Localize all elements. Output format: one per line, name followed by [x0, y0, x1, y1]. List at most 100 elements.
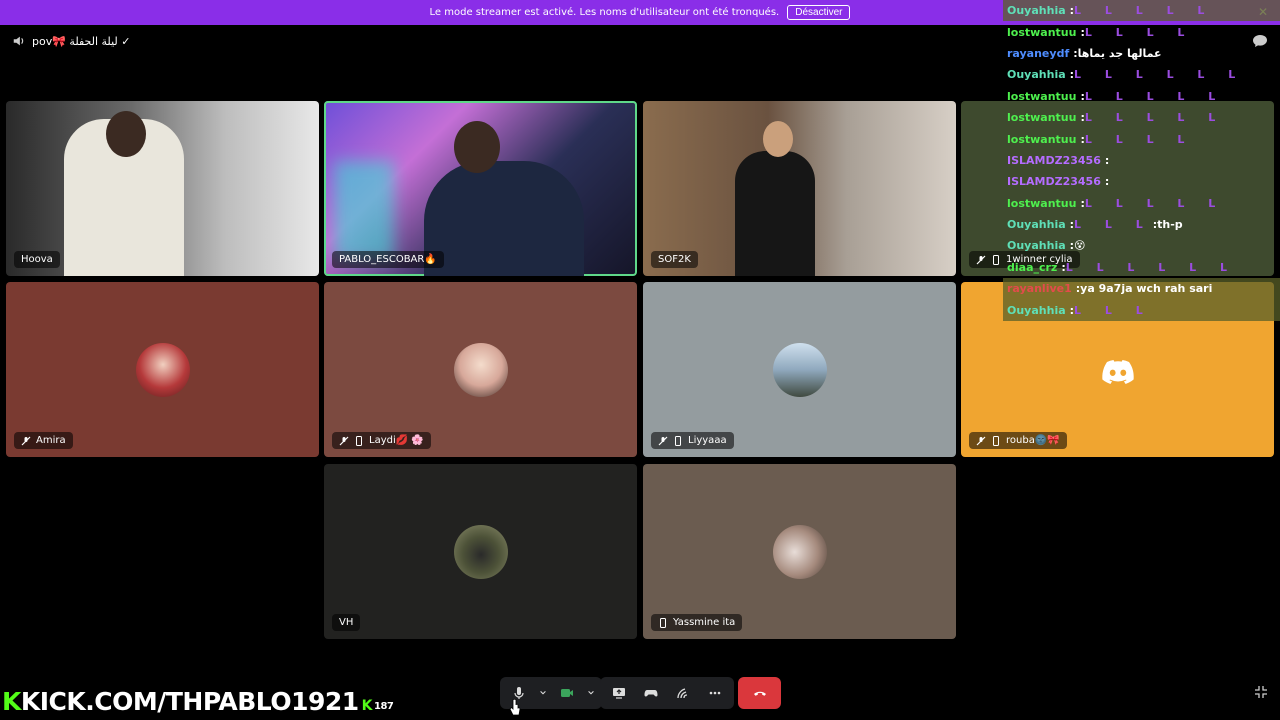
- avatar-tile[interactable]: VH: [324, 464, 637, 639]
- neon-light: [334, 161, 394, 261]
- chat-line: Ouyahhia: L L L L L: [1003, 0, 1280, 22]
- chat-username[interactable]: lostwantuu: [1007, 26, 1076, 39]
- participant-name: Laydi💋 🌸: [369, 435, 424, 446]
- avatar-tile[interactable]: Laydi💋 🌸: [324, 282, 637, 457]
- camera-options-button[interactable]: [584, 679, 598, 707]
- chat-line: ISLAMDZ23456:: [1003, 171, 1280, 192]
- video-tile-speaking[interactable]: PABLO_ESCOBAR🔥: [324, 101, 637, 276]
- chat-emotes: L L L L L L: [1065, 260, 1237, 274]
- participant-label: VH: [332, 614, 361, 631]
- participant-label: SOF2K: [651, 251, 698, 268]
- chat-separator: :: [1104, 175, 1110, 189]
- mic-options-button[interactable]: [536, 679, 550, 707]
- banner-text: Le mode streamer est activé. Les noms d'…: [429, 7, 780, 18]
- person-figure: [735, 151, 815, 276]
- speaker-icon: [13, 36, 24, 46]
- chat-line: lostwantuu: L L L L L: [1003, 107, 1280, 128]
- video-tile[interactable]: SOF2K: [643, 101, 956, 276]
- participant-name: PABLO_ESCOBAR🔥: [339, 254, 437, 265]
- participant-name: rouba🌚🎀: [1006, 435, 1060, 446]
- person-head: [106, 111, 146, 157]
- avatar-tile[interactable]: Liyyaaa: [643, 282, 956, 457]
- disable-streamer-mode-button[interactable]: Désactiver: [787, 5, 851, 20]
- camera-button[interactable]: [552, 679, 582, 707]
- chat-line: lostwantuu: L L L L: [1003, 21, 1280, 42]
- chat-emotes: L L L L L: [1084, 89, 1226, 103]
- chat-separator: :: [1104, 153, 1110, 167]
- chat-line: rayanlive1: ya 9a7ja wch rah sari: [1003, 278, 1280, 300]
- participant-name: Hoova: [21, 254, 53, 265]
- chat-emotes: L L L L: [1084, 25, 1195, 39]
- chat-line: ISLAMDZ23456:: [1003, 150, 1280, 171]
- chat-emotes: L L L L L: [1084, 196, 1226, 210]
- muted-mic-icon: [21, 436, 31, 445]
- chat-username[interactable]: rayaneydf: [1007, 47, 1069, 60]
- person-figure: [424, 161, 584, 276]
- chat-username[interactable]: lostwantuu: [1007, 197, 1076, 210]
- chat-line: lostwantuu: L L L L L: [1003, 193, 1280, 214]
- muted-mic-icon: [976, 436, 986, 445]
- microphone-icon: [514, 687, 524, 699]
- more-options-button[interactable]: [700, 679, 730, 707]
- chat-emotes: L L L L L L: [1074, 68, 1246, 82]
- avatar: [135, 342, 190, 397]
- participant-name: SOF2K: [658, 254, 691, 265]
- hang-up-icon: [753, 691, 766, 696]
- participant-name: Yassmine ita: [673, 617, 736, 628]
- mobile-icon: [356, 435, 362, 446]
- participant-label: rouba🌚🎀: [969, 432, 1067, 449]
- muted-mic-icon: [339, 436, 349, 445]
- chat-username[interactable]: Ouyahhia: [1007, 68, 1066, 81]
- soundboard-button[interactable]: [668, 679, 698, 707]
- avatar-tile[interactable]: Amira: [6, 282, 319, 457]
- kick-stream-url: K KICK.COM/THPABLO1921 K 187: [2, 687, 394, 716]
- activities-button[interactable]: [636, 679, 666, 707]
- chat-username[interactable]: Ouyahhia: [1007, 218, 1066, 231]
- avatar-tile[interactable]: Yassmine ita: [643, 464, 956, 639]
- stream-chat-overlay: Ouyahhia: L L L L Llostwantuu: L L L Lra…: [1003, 0, 1280, 326]
- participant-label: Liyyaaa: [651, 432, 734, 449]
- person-head: [763, 121, 793, 157]
- screen-share-button[interactable]: [604, 679, 634, 707]
- chat-username[interactable]: Ouyahhia: [1007, 239, 1066, 252]
- chat-username[interactable]: ISLAMDZ23456: [1007, 154, 1101, 167]
- exit-fullscreen-icon[interactable]: [1254, 685, 1268, 699]
- channel-name: pov🎀 ليلة الحفلة ✓: [32, 34, 131, 48]
- participant-label: Hoova: [14, 251, 60, 268]
- person-head: [454, 121, 500, 173]
- soundboard-icon: [677, 688, 688, 699]
- chat-username[interactable]: rayanlive1: [1007, 282, 1072, 295]
- kick-logo-icon: K: [2, 687, 21, 716]
- activity-control-group: [600, 677, 734, 709]
- stream-url: KICK.COM/THPABLO1921: [20, 687, 359, 716]
- voice-channel-header: pov🎀 ليلة الحفلة ✓: [12, 34, 130, 48]
- video-tile[interactable]: Hoova: [6, 101, 319, 276]
- chat-username[interactable]: lostwantuu: [1007, 90, 1076, 103]
- chat-username[interactable]: Ouyahhia: [1007, 304, 1066, 317]
- chat-username[interactable]: lostwantuu: [1007, 133, 1076, 146]
- chevron-down-icon: [588, 691, 594, 695]
- participant-name: Amira: [36, 435, 66, 446]
- participant-label: PABLO_ESCOBAR🔥: [332, 251, 444, 268]
- disconnect-button[interactable]: [738, 677, 781, 709]
- mobile-icon: [993, 435, 999, 446]
- avatar: [453, 342, 508, 397]
- participant-label: Yassmine ita: [651, 614, 743, 631]
- chat-line: Ouyahhia: L L L: [1003, 299, 1280, 321]
- chat-line: Ouyahhia: L L L:th-p: [1003, 214, 1280, 235]
- participant-label: Amira: [14, 432, 73, 449]
- chat-username[interactable]: Ouyahhia: [1007, 4, 1066, 17]
- chat-username[interactable]: lostwantuu: [1007, 111, 1076, 124]
- muted-mic-icon: [658, 436, 668, 445]
- chat-emotes: L L L L: [1084, 132, 1195, 146]
- chat-line: lostwantuu: L L L L L: [1003, 86, 1280, 107]
- viewer-count-value: 187: [374, 700, 394, 712]
- chat-message: عمالها جد يماها: [1077, 46, 1162, 60]
- chat-username[interactable]: diaa_crz: [1007, 261, 1057, 274]
- discord-logo-icon: [1102, 360, 1134, 384]
- chat-line: diaa_crz: L L L L L L: [1003, 257, 1280, 278]
- chat-username[interactable]: ISLAMDZ23456: [1007, 175, 1101, 188]
- mobile-icon: [660, 617, 666, 628]
- camera-icon: [561, 689, 573, 697]
- mobile-icon: [993, 254, 999, 265]
